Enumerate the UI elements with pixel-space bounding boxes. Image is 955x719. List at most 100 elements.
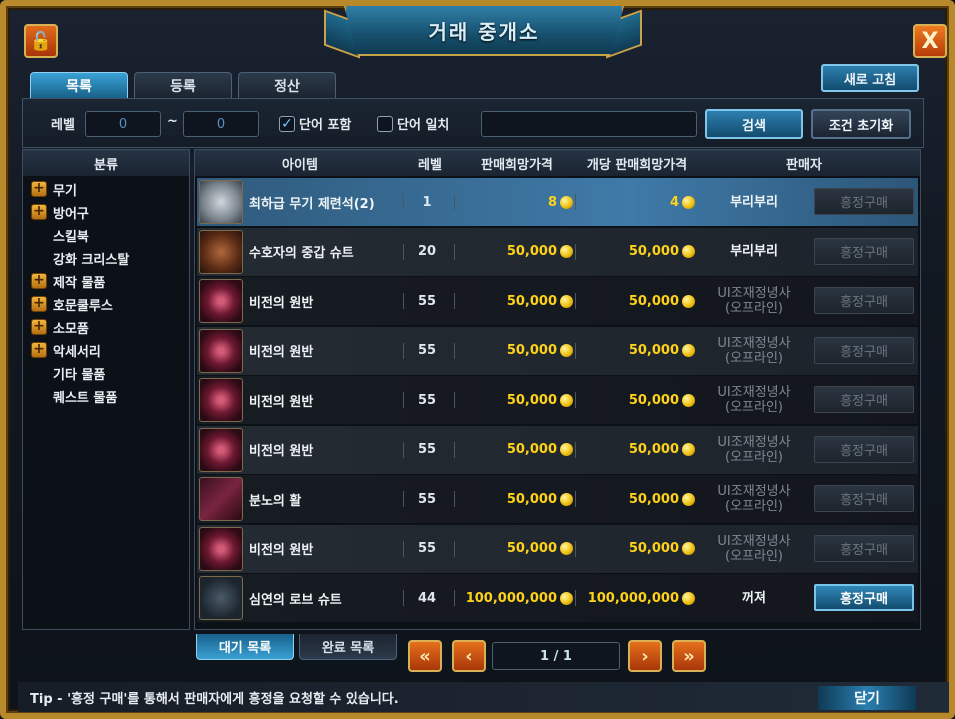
table-row[interactable]: 심연의 로브 슈트 44 100,000,000 100,000,000 꺼져 흥정구매 bbox=[197, 574, 918, 622]
close-x-button[interactable]: X bbox=[913, 24, 947, 58]
haggle-buy-button[interactable]: 흥정구매 bbox=[814, 386, 914, 413]
item-name: 비전의 원반 bbox=[249, 543, 314, 558]
item-name: 비전의 원반 bbox=[249, 444, 314, 459]
col-unit-price: 개당 판매희망가격 bbox=[586, 157, 688, 173]
category-item[interactable]: 강화 크리스탈 bbox=[53, 247, 129, 269]
plus-icon[interactable]: + bbox=[31, 296, 47, 312]
price-value: 50,000 bbox=[506, 541, 557, 556]
seller-name: 부리부리 bbox=[699, 228, 809, 276]
unit-price-value: 100,000,000 bbox=[587, 590, 679, 606]
table-row[interactable]: 비전의 원반 55 50,000 50,000 UI조재정녕사 (오프라인) 흥정구매 bbox=[197, 524, 918, 573]
disc-icon[interactable] bbox=[199, 427, 243, 472]
tab-waiting-list[interactable]: 대기 목록 bbox=[196, 634, 294, 660]
prev-page-button[interactable]: ‹ bbox=[452, 640, 486, 672]
table-row[interactable]: 비전의 원반 55 50,000 50,000 UI조재정녕사 (오프라인) 흥정구매 bbox=[197, 376, 918, 424]
category-item[interactable]: + 무기 bbox=[31, 178, 77, 200]
seller-name: UI조재정녕사 (오프라인) bbox=[699, 525, 809, 573]
item-level: 55 bbox=[417, 392, 437, 408]
unit-price-value: 50,000 bbox=[628, 392, 679, 408]
category-item[interactable]: 기타 물품 bbox=[53, 362, 105, 384]
category-label: 기타 물품 bbox=[53, 367, 106, 383]
tab-register[interactable]: 등록 bbox=[134, 72, 232, 98]
category-item[interactable]: 스킬북 bbox=[53, 224, 89, 246]
table-row[interactable]: 비전의 원반 55 50,000 50,000 UI조재정녕사 (오프라인) 흥정구매 bbox=[197, 326, 918, 375]
seller-label: 부리부리 bbox=[730, 194, 778, 210]
category-label: 강화 크리스탈 bbox=[53, 252, 130, 268]
plus-icon[interactable]: + bbox=[31, 204, 47, 220]
armor-icon[interactable] bbox=[199, 229, 243, 274]
seller-name: 부리부리 bbox=[699, 178, 809, 226]
plus-icon[interactable]: + bbox=[31, 181, 47, 197]
stone-icon[interactable] bbox=[199, 180, 243, 224]
disc-icon[interactable] bbox=[199, 526, 243, 571]
table-row[interactable]: 분노의 활 55 50,000 50,000 UI조재정녕사 (오프라인) 흥정구매 bbox=[197, 475, 918, 523]
last-page-button[interactable]: » bbox=[672, 640, 706, 672]
gold-coin-icon bbox=[682, 245, 695, 258]
plus-icon[interactable]: + bbox=[31, 342, 47, 358]
category-item[interactable]: + 제작 물품 bbox=[31, 270, 105, 292]
item-name: 수호자의 중갑 슈트 bbox=[249, 246, 354, 261]
plus-icon[interactable]: + bbox=[31, 319, 47, 335]
column-divider bbox=[575, 194, 576, 210]
seller-status: (오프라인) bbox=[725, 301, 783, 316]
haggle-buy-button[interactable]: 흥정구매 bbox=[814, 534, 914, 562]
category-item[interactable]: 퀘스트 물품 bbox=[53, 385, 117, 407]
reset-filter-button[interactable]: 조건 초기화 bbox=[811, 109, 911, 139]
item-level: 55 bbox=[417, 293, 437, 309]
price-value: 50,000 bbox=[506, 392, 557, 408]
item-name: 비전의 원반 bbox=[249, 345, 314, 360]
gold-coin-icon bbox=[560, 344, 573, 357]
lock-button[interactable]: 🔓 bbox=[24, 24, 58, 58]
tab-completed-list[interactable]: 완료 목록 bbox=[299, 634, 397, 660]
seller-label: UI조재정녕사 bbox=[717, 286, 791, 301]
item-price: 100,000,000 bbox=[455, 574, 573, 622]
double-chevron-left-icon: « bbox=[419, 645, 431, 667]
next-page-button[interactable]: › bbox=[628, 640, 662, 672]
table-row[interactable]: 수호자의 중갑 슈트 20 50,000 50,000 부리부리 흥정구매 bbox=[197, 227, 918, 276]
first-page-button[interactable]: « bbox=[408, 640, 442, 672]
item-unit-price: 50,000 bbox=[577, 327, 695, 375]
category-item[interactable]: + 악세서리 bbox=[31, 339, 101, 361]
seller-name: UI조재정녕사 (오프라인) bbox=[699, 327, 809, 375]
disc-icon[interactable] bbox=[199, 378, 243, 422]
exact-checkbox[interactable] bbox=[377, 116, 393, 132]
close-button[interactable]: 닫기 bbox=[818, 686, 916, 710]
category-label: 스킬북 bbox=[53, 229, 89, 245]
haggle-buy-button[interactable]: 흥정구매 bbox=[814, 287, 914, 314]
category-item[interactable]: + 소모품 bbox=[31, 316, 89, 338]
tab-settle[interactable]: 정산 bbox=[238, 72, 336, 98]
contains-checkbox[interactable]: ✓ bbox=[279, 116, 295, 132]
table-row[interactable]: 비전의 원반 55 50,000 50,000 UI조재정녕사 (오프라인) 흥정구매 bbox=[197, 425, 918, 474]
keyword-input[interactable] bbox=[481, 111, 697, 137]
robe-icon[interactable] bbox=[199, 576, 243, 620]
gold-coin-icon bbox=[560, 591, 573, 605]
haggle-buy-button[interactable]: 흥정구매 bbox=[814, 237, 914, 265]
search-button[interactable]: 검색 bbox=[705, 109, 803, 139]
category-item[interactable]: + 방어구 bbox=[31, 201, 89, 223]
contains-label: 단어 포함 bbox=[299, 118, 352, 133]
haggle-buy-button[interactable]: 흥정구매 bbox=[814, 485, 914, 512]
haggle-buy-button[interactable]: 흥정구매 bbox=[814, 435, 914, 463]
gold-coin-icon bbox=[682, 294, 695, 308]
disc-icon[interactable] bbox=[199, 279, 243, 323]
disc-icon[interactable] bbox=[199, 328, 243, 373]
bow-icon[interactable] bbox=[199, 477, 243, 521]
level-min-input[interactable]: 0 bbox=[85, 111, 161, 137]
plus-icon[interactable]: + bbox=[31, 273, 47, 289]
refresh-button[interactable]: 새로 고침 bbox=[821, 64, 919, 92]
haggle-buy-button[interactable]: 흥정구매 bbox=[814, 584, 914, 611]
seller-status: (오프라인) bbox=[725, 350, 783, 366]
haggle-buy-button[interactable]: 흥정구매 bbox=[814, 336, 914, 364]
table-row[interactable]: 비전의 원반 55 50,000 50,000 UI조재정녕사 (오프라인) 흥정구매 bbox=[197, 277, 918, 325]
table-header: 아이템 레벨 판매희망가격 개당 판매희망가격 판매자 bbox=[195, 150, 920, 176]
level-max-input[interactable]: 0 bbox=[183, 111, 259, 137]
col-item: 아이템 bbox=[282, 157, 318, 173]
unit-price-value: 50,000 bbox=[628, 491, 679, 507]
window-title: 거래 중개소 bbox=[428, 19, 540, 44]
category-item[interactable]: + 호문쿨루스 bbox=[31, 293, 113, 315]
item-table: 아이템 레벨 판매희망가격 개당 판매희망가격 판매자 최하급 무기 제련석(2… bbox=[194, 149, 921, 630]
haggle-buy-button[interactable]: 흥정구매 bbox=[814, 188, 914, 215]
price-value: 50,000 bbox=[506, 293, 557, 309]
table-row[interactable]: 최하급 무기 제련석(2) 1 8 4 부리부리 흥정구매 bbox=[197, 178, 918, 226]
tab-list[interactable]: 목록 bbox=[30, 72, 128, 98]
